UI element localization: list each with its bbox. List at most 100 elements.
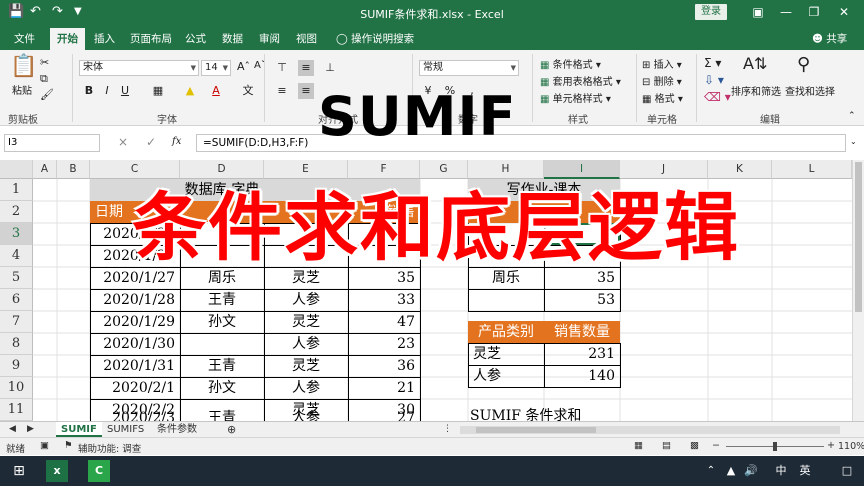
row-header[interactable]: 2 [0, 201, 33, 223]
page-layout-view-icon[interactable]: ▤ [662, 440, 671, 451]
tray-chevron-icon[interactable]: ⌃ [700, 460, 722, 482]
insert-cells-button[interactable]: ⊞ 插入 ▾ [642, 56, 682, 71]
minimize-icon[interactable]: — [776, 4, 796, 20]
ribbon-display-icon[interactable]: ▣ [748, 4, 768, 20]
row-header[interactable]: 6 [0, 289, 33, 311]
clear-icon[interactable]: ⌫ ▾ [704, 90, 731, 104]
table-cell[interactable]: 灵芝 [468, 343, 544, 365]
zoom-slider-thumb[interactable] [773, 442, 777, 451]
align-middle-icon[interactable]: ≡ [298, 60, 314, 76]
macro-record-icon[interactable]: ▣ [40, 440, 49, 451]
table-cell[interactable]: 21 [348, 377, 420, 399]
table-cell[interactable]: 2020/1/28 [90, 289, 180, 311]
row-header[interactable]: 7 [0, 311, 33, 333]
expand-formula-icon[interactable]: ⌄ [850, 137, 857, 146]
scrollbar-thumb[interactable] [476, 427, 596, 433]
ime-language[interactable]: 英 [794, 460, 816, 482]
font-name-combo[interactable]: 宋体 ▼ [79, 60, 199, 76]
tab-split-handle[interactable]: ⋮ [438, 422, 457, 437]
borders-icon[interactable]: ▦ [150, 83, 166, 99]
cancel-entry-icon[interactable]: × [118, 135, 128, 149]
align-center-icon[interactable]: ≡ [298, 83, 314, 99]
column-header-k[interactable]: K [708, 160, 772, 179]
accessibility-status[interactable]: 辅助功能: 调查 [78, 441, 141, 455]
table-cell[interactable]: 王青 [180, 355, 264, 377]
row-header[interactable]: 10 [0, 377, 33, 399]
column-header-g[interactable]: G [420, 160, 468, 179]
table-cell[interactable]: 2020/1/30 [90, 333, 180, 355]
row-header[interactable]: 9 [0, 355, 33, 377]
table-cell[interactable]: 27 [348, 407, 420, 421]
column-header-c[interactable]: C [90, 160, 180, 179]
zoom-level[interactable]: 110% [838, 441, 864, 452]
collapse-ribbon-icon[interactable]: ⌃ [848, 111, 856, 121]
italic-button[interactable]: I [99, 83, 115, 99]
name-box[interactable]: I3 [4, 134, 100, 152]
zoom-in-icon[interactable]: + [827, 440, 835, 451]
sheet-tab-sumif[interactable]: SUMIF [56, 422, 102, 437]
table-cell[interactable]: 2020/2/3 [90, 407, 180, 421]
row-header[interactable]: 1 [0, 179, 33, 201]
align-bottom-icon[interactable]: ⊥ [322, 60, 338, 76]
table-cell[interactable]: 孙文 [180, 377, 264, 399]
column-header-f[interactable]: F [348, 160, 420, 179]
column-header-e[interactable]: E [264, 160, 348, 179]
table-cell[interactable]: 灵芝 [264, 311, 348, 333]
select-all-corner[interactable] [0, 160, 33, 179]
vertical-scrollbar[interactable] [852, 160, 864, 421]
row-header[interactable]: 11 [0, 399, 33, 421]
tell-me-search[interactable]: ◯ 操作说明搜索 [336, 31, 414, 46]
next-sheet-icon[interactable]: ▶ [22, 422, 39, 437]
table-cell[interactable]: 2020/1/31 [90, 355, 180, 377]
sort-filter-icon[interactable]: A⇅ [743, 54, 767, 73]
table-cell[interactable]: 孙文 [180, 311, 264, 333]
excel-taskbar-icon[interactable]: x [46, 460, 68, 482]
confirm-entry-icon[interactable]: ✓ [146, 135, 156, 149]
column-header-a[interactable]: A [33, 160, 57, 179]
formula-input[interactable]: =SUMIF(D:D,H3,F:F) [196, 134, 846, 152]
tab-formulas[interactable]: 公式 [185, 31, 206, 46]
autosum-icon[interactable]: Σ ▾ [704, 56, 721, 70]
normal-view-icon[interactable]: ▦ [634, 440, 643, 451]
align-top-icon[interactable]: ⊤ [274, 60, 290, 76]
column-header-h[interactable]: H [468, 160, 544, 179]
grow-font-icon[interactable]: Aˆ [237, 60, 250, 73]
sheet-tab-conditions[interactable]: 条件参数 [152, 422, 202, 437]
table-cell[interactable]: 33 [348, 289, 420, 311]
tab-view[interactable]: 视图 [296, 31, 317, 46]
table-cell[interactable]: 140 [544, 365, 620, 387]
table-cell[interactable]: 灵芝 [264, 355, 348, 377]
format-painter-icon[interactable]: 🖌 [40, 88, 54, 101]
table-cell[interactable]: 23 [348, 333, 420, 355]
tab-file[interactable]: 文件 [14, 31, 35, 46]
paste-icon[interactable]: 📋 [10, 54, 37, 79]
table-cell[interactable]: 人参 [264, 407, 348, 421]
table-cell[interactable]: 53 [544, 289, 620, 311]
bold-button[interactable]: B [81, 83, 97, 99]
number-format-combo[interactable]: 常规 ▼ [419, 60, 519, 76]
table-cell[interactable]: 231 [544, 343, 620, 365]
accessibility-icon[interactable]: ⚑ [64, 440, 73, 451]
column-header-j[interactable]: J [620, 160, 708, 179]
font-size-combo[interactable]: 14 ▼ [201, 60, 231, 76]
column-header-i[interactable]: I [544, 160, 620, 179]
underline-button[interactable]: U [117, 83, 133, 99]
fill-icon[interactable]: ⇩ ▾ [704, 73, 724, 87]
table-cell[interactable]: 人参 [264, 377, 348, 399]
close-icon[interactable]: ✕ [834, 4, 854, 20]
table-format-button[interactable]: ▦ 套用表格格式 ▾ [540, 73, 621, 88]
fill-color-icon[interactable]: ▲ [182, 83, 198, 99]
sheet-tab-sumifs[interactable]: SUMIFS [102, 422, 149, 437]
tab-home[interactable]: 开始 [50, 28, 85, 50]
table-cell[interactable]: 王青 [180, 289, 264, 311]
notifications-icon[interactable]: □ [836, 460, 858, 482]
scrollbar-thumb[interactable] [855, 162, 862, 312]
table-cell[interactable]: 王青 [180, 407, 264, 421]
row-header[interactable]: 3 [0, 223, 33, 245]
horizontal-scrollbar[interactable] [460, 426, 840, 434]
volume-icon[interactable]: 🔊 [740, 460, 762, 482]
camtasia-taskbar-icon[interactable]: C [88, 460, 110, 482]
copy-icon[interactable]: ⧉ [40, 72, 48, 86]
row-header[interactable]: 4 [0, 245, 33, 267]
note-text[interactable]: SUMIF 条件求和 [470, 405, 670, 421]
